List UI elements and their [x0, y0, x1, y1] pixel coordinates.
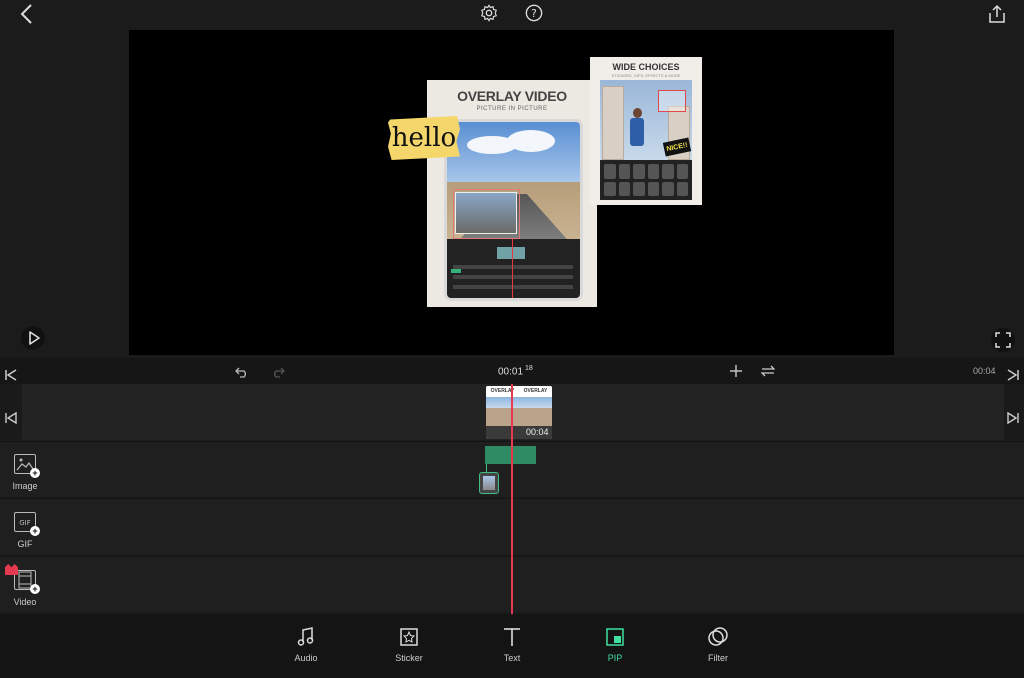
hello-text-sticker[interactable]: hello [388, 116, 460, 160]
fullscreen-button[interactable] [990, 327, 1016, 353]
help-button[interactable]: ? [523, 2, 545, 24]
swap-icon [761, 365, 775, 377]
wide-choices-card[interactable]: WIDE CHOICES STICKERS, GIFS, EFFECTS & M… [590, 57, 702, 205]
svg-text:?: ? [531, 7, 537, 20]
filter-tool-button[interactable]: Filter [688, 626, 748, 668]
total-time: 00:04 [973, 366, 996, 376]
back-button[interactable] [14, 2, 38, 26]
top-bar [0, 0, 1024, 28]
prev-frame-button[interactable] [2, 409, 20, 427]
image-add-icon[interactable]: + [14, 454, 40, 478]
pip-tool-button[interactable]: PIP [585, 626, 645, 668]
jump-start-button[interactable] [2, 366, 20, 384]
swap-button[interactable] [759, 362, 777, 380]
plus-icon [730, 365, 742, 377]
basketball-photo: NICE!! [600, 80, 692, 160]
overlay-card-title: OVERLAY VIDEO [457, 88, 567, 104]
redo-button[interactable] [269, 363, 287, 381]
text-icon [500, 626, 524, 648]
pip-tool-label: PIP [607, 653, 623, 663]
skip-end-icon [1007, 369, 1019, 381]
wide-card-subtitle: STICKERS, GIFS, EFFECTS & MORE [611, 73, 681, 78]
playhead[interactable] [511, 384, 513, 614]
undo-icon [235, 367, 246, 378]
sticker-icon [397, 626, 421, 648]
current-time: 00:01 18 [498, 365, 533, 377]
current-frame: 18 [525, 365, 533, 372]
clip-frame: OVERLAY [519, 386, 552, 426]
sticker-tool-button[interactable]: Sticker [379, 626, 439, 668]
expand-icon [991, 328, 1015, 352]
text-tool-button[interactable]: Text [482, 626, 542, 668]
sticker-tool-label: Sticker [395, 653, 423, 663]
step-back-icon [5, 411, 17, 425]
clip-frame-caption: OVERLAY [490, 388, 515, 394]
pip-clip-thumbnail[interactable] [479, 472, 499, 494]
music-note-icon [294, 626, 318, 648]
overlay-video-card[interactable]: OVERLAY VIDEO PICTURE IN PICTURE [427, 80, 597, 307]
overlay-card-subtitle: PICTURE IN PICTURE [476, 106, 548, 112]
chevron-left-icon [20, 4, 32, 24]
audio-tool-button[interactable]: Audio [276, 626, 336, 668]
gear-icon [481, 4, 497, 22]
gif-add-icon[interactable]: GIF + [14, 512, 40, 536]
skip-start-icon [5, 369, 17, 381]
add-clip-button[interactable] [727, 362, 745, 380]
step-forward-icon [1007, 411, 1019, 425]
question-icon: ? [525, 4, 543, 22]
video-preview[interactable]: OVERLAY VIDEO PICTURE IN PICTURE WIDE CH… [129, 30, 894, 355]
play-button[interactable] [20, 325, 46, 351]
video-track-label: Video [13, 597, 37, 607]
audio-tool-label: Audio [294, 653, 318, 663]
clip-duration: 00:04 [526, 427, 549, 437]
pip-icon [603, 626, 627, 648]
filter-tool-label: Filter [708, 653, 728, 663]
jump-end-button[interactable] [1004, 366, 1022, 384]
export-button[interactable] [985, 2, 1009, 26]
upload-icon [989, 4, 1005, 23]
tablet-mockup [444, 119, 583, 301]
svg-text:GIF: GIF [19, 519, 31, 527]
play-icon [21, 326, 45, 350]
gif-track-label: GIF [17, 539, 33, 549]
wide-card-title: WIDE CHOICES [612, 62, 680, 72]
filter-icon [706, 626, 730, 648]
premium-crown-icon [5, 564, 18, 575]
next-frame-button[interactable] [1004, 409, 1022, 427]
settings-button[interactable] [478, 2, 500, 24]
pip-thumbnail [455, 192, 517, 234]
sticker-grid [600, 160, 692, 200]
current-time-value: 00:01 [498, 366, 524, 378]
redo-icon [274, 367, 285, 378]
text-tool-label: Text [503, 653, 521, 663]
image-track-label: Image [12, 481, 38, 491]
undo-button[interactable] [233, 363, 251, 381]
clip-frame: OVERLAY [486, 386, 519, 426]
clip-frame-caption: OVERLAY [523, 388, 548, 394]
